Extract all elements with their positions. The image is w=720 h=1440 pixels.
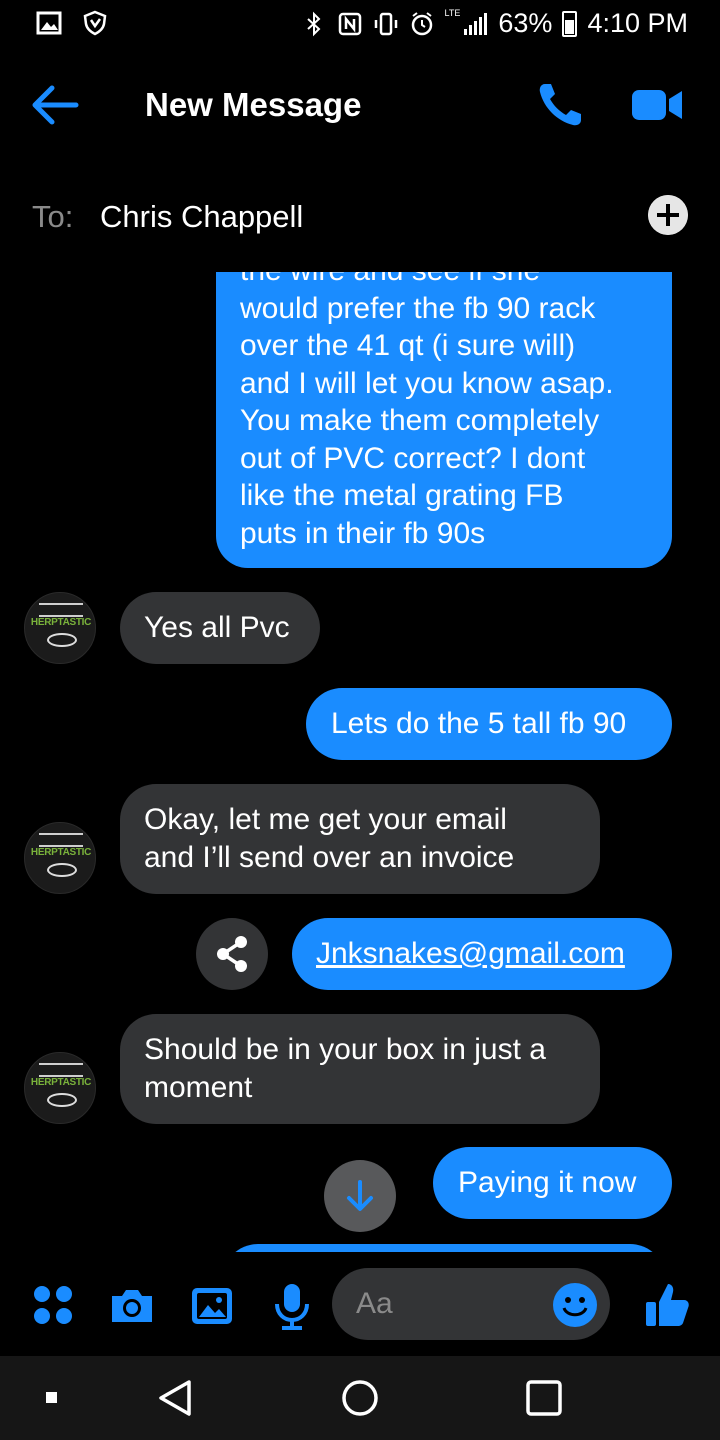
message-bubble-received[interactable]: Yes all Pvc	[120, 592, 320, 664]
nfc-icon	[338, 12, 361, 35]
back-triangle-icon[interactable]	[154, 1376, 198, 1420]
arrow-down-icon	[347, 1180, 373, 1211]
message-line: like the metal grating FB	[240, 479, 564, 512]
plus-icon[interactable]	[648, 195, 688, 235]
home-circle-icon[interactable]	[338, 1376, 382, 1420]
message-line: Should be in your box in just a	[144, 1033, 546, 1066]
microphone-icon[interactable]	[268, 1282, 316, 1330]
recipient-name[interactable]: Chris Chappell	[100, 199, 303, 235]
message-line: Okay, let me get your email	[144, 803, 507, 836]
network-type: LTE	[444, 8, 461, 18]
message-line: You make them completely	[240, 404, 600, 437]
apps-icon[interactable]	[30, 1282, 78, 1330]
status-bar: LTE 63% 4:10 PM	[0, 0, 720, 50]
message-bubble-sent-partial[interactable]	[222, 1244, 666, 1252]
message-line: the wire and see if she	[240, 272, 652, 290]
snake-icon	[47, 633, 77, 647]
message-line: and I’ll send over an invoice	[144, 840, 515, 874]
battery-percent: 63%	[498, 8, 553, 38]
message-thread[interactable]: the wire and see if she would prefer the…	[0, 272, 720, 1252]
avatar-logo-text: HERPTASTIC	[30, 847, 92, 858]
to-label: To:	[32, 199, 74, 234]
logo-bars	[39, 833, 83, 847]
message-line: and I will let you know asap.	[240, 366, 614, 400]
vibrate-icon	[374, 12, 397, 35]
camera-icon[interactable]	[108, 1282, 156, 1330]
message-line: Yes all Pvc	[144, 611, 290, 644]
message-line: would prefer the fb 90 rack	[240, 291, 596, 325]
battery-icon	[562, 10, 578, 37]
composer-bar	[0, 1262, 720, 1350]
image-icon[interactable]	[188, 1282, 236, 1330]
recipient-row: To: Chris Chappell	[0, 185, 720, 245]
page-title: New Message	[145, 86, 362, 123]
bluetooth-icon	[306, 11, 320, 36]
overview-square-icon[interactable]	[522, 1376, 566, 1420]
video-icon[interactable]	[630, 82, 684, 128]
scroll-to-bottom-button[interactable]	[324, 1160, 396, 1232]
message-bubble-sent-email[interactable]: Jnksnakes@gmail.com	[292, 918, 672, 990]
emoji-icon[interactable]	[552, 1282, 598, 1328]
message-bubble-received[interactable]: Okay, let me get your email and I’ll sen…	[120, 784, 600, 894]
email-link[interactable]: Jnksnakes@gmail.com	[316, 935, 672, 973]
message-line: over the 41 qt (i sure will)	[240, 329, 576, 362]
snake-icon	[47, 863, 77, 877]
message-line: Lets do the 5 tall fb 90	[331, 707, 627, 740]
logo-bars	[39, 1063, 83, 1077]
share-button[interactable]	[196, 918, 268, 990]
gallery-icon	[36, 11, 62, 35]
message-line: puts in their fb 90s	[240, 516, 486, 550]
clock: 4:10 PM	[587, 8, 688, 38]
message-line: moment	[144, 1070, 253, 1104]
back-arrow-icon[interactable]	[28, 80, 82, 130]
message-bubble-received[interactable]: Should be in your box in just a moment	[120, 1014, 600, 1124]
avatar[interactable]: HERPTASTIC	[24, 1052, 96, 1124]
avatar[interactable]: HERPTASTIC	[24, 822, 96, 894]
snake-icon	[47, 1093, 77, 1107]
message-bubble-sent[interactable]: the wire and see if she would prefer the…	[216, 272, 672, 568]
message-line: out of PVC correct? I dont	[240, 441, 586, 475]
message-line: Paying it now	[458, 1166, 637, 1199]
message-bubble-sent[interactable]: Lets do the 5 tall fb 90	[306, 688, 672, 760]
signal-icon	[464, 12, 488, 35]
header: New Message	[0, 60, 720, 150]
thumbs-up-icon[interactable]	[642, 1280, 692, 1330]
message-bubble-sent[interactable]: Paying it now	[433, 1147, 672, 1219]
avatar[interactable]: HERPTASTIC	[24, 592, 96, 664]
recents-dot-icon[interactable]	[30, 1376, 74, 1420]
logo-bars	[39, 603, 83, 617]
share-icon	[217, 936, 247, 972]
alarm-icon	[411, 11, 432, 35]
avatar-logo-text: HERPTASTIC	[30, 1077, 92, 1088]
shield-icon	[83, 10, 107, 36]
phone-icon[interactable]	[535, 80, 585, 130]
avatar-logo-text: HERPTASTIC	[30, 617, 92, 628]
system-nav-bar	[0, 1356, 720, 1440]
